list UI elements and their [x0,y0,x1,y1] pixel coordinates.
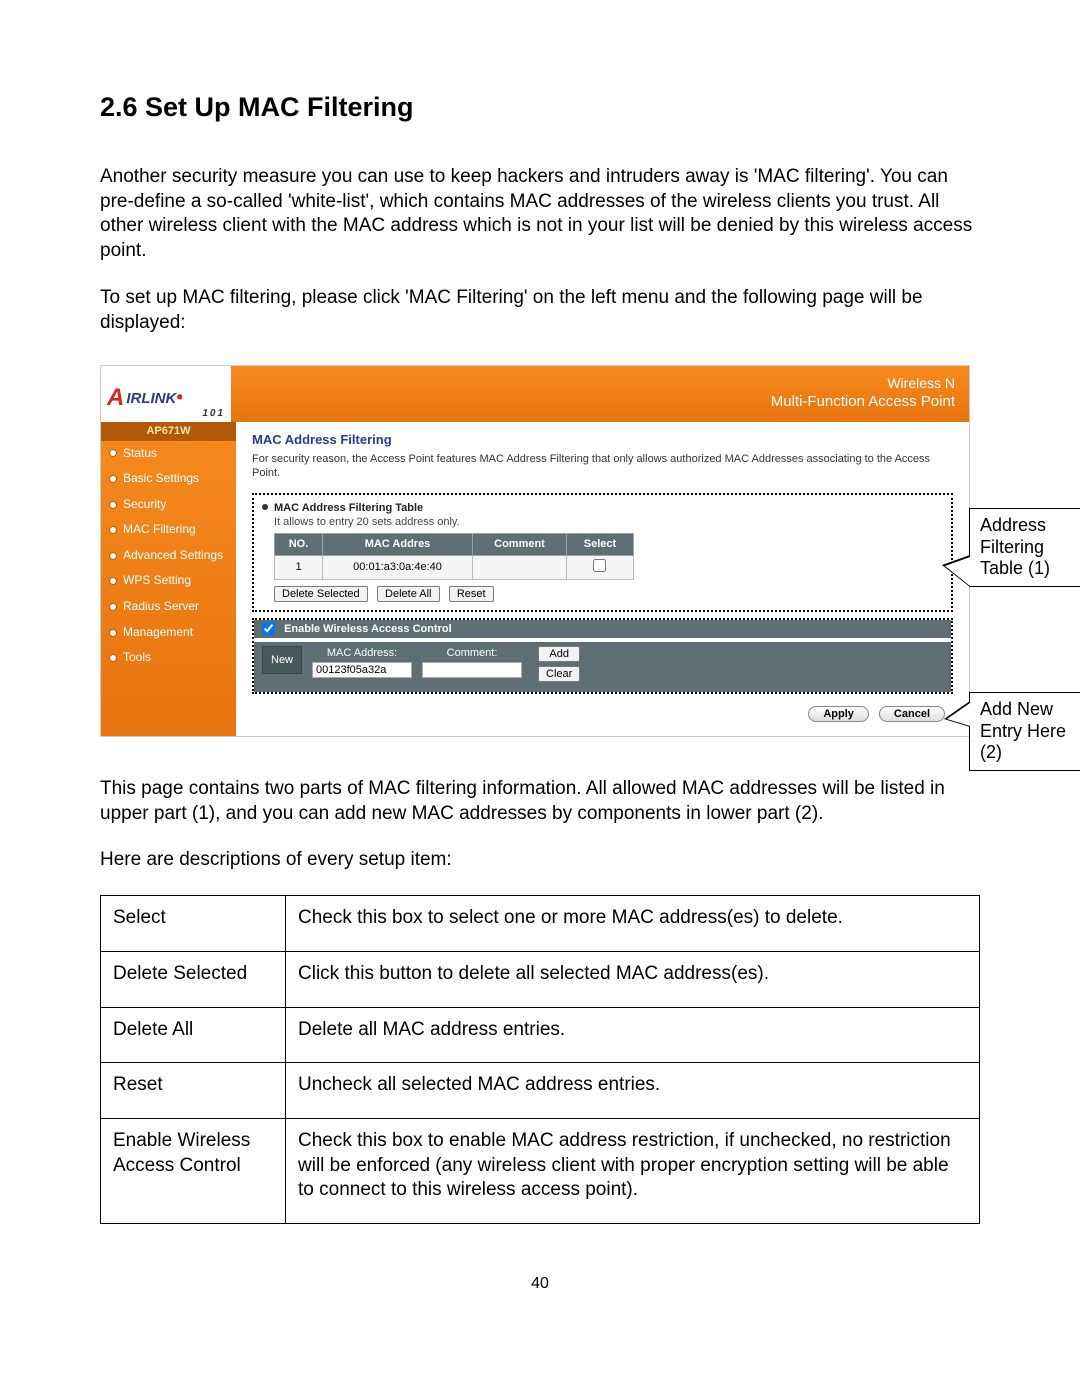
enable-access-control-row: Enable Wireless Access Control [254,620,951,638]
panel-title: MAC Address Filtering [252,432,953,449]
filtering-table-section: MAC Address Filtering Table It allows to… [252,493,953,612]
page-number: 40 [100,1274,980,1295]
col-no: NO. [275,534,323,555]
delete-all-button[interactable]: Delete All [377,586,439,602]
desc-val: Check this box to enable MAC address res… [286,1118,980,1223]
filtering-table-header: MAC Address Filtering Table [260,501,945,515]
sidebar-item-status[interactable]: Status [101,441,236,467]
sidebar-item-wps-setting[interactable]: WPS Setting [101,568,236,594]
col-mac: MAC Addres [323,534,473,555]
sidebar-item-security[interactable]: Security [101,492,236,518]
table-row: Select Check this box to select one or m… [101,896,980,952]
mac-address-input[interactable] [312,662,412,678]
add-entry-section: Enable Wireless Access Control New MAC A… [252,618,953,694]
table-row: Reset Uncheck all selected MAC address e… [101,1063,980,1119]
apply-button[interactable]: Apply [808,706,869,722]
model-label: AP671W [101,422,236,440]
desc-val: Uncheck all selected MAC address entries… [286,1063,980,1119]
mac-table: NO. MAC Addres Comment Select 1 00:01:a3… [274,533,634,580]
desc-val: Delete all MAC address entries. [286,1007,980,1063]
sidebar-item-radius-server[interactable]: Radius Server [101,594,236,620]
delete-selected-button[interactable]: Delete Selected [274,586,368,602]
intro-paragraph-2: To set up MAC filtering, please click 'M… [100,286,980,335]
col-select: Select [566,534,633,555]
filtering-table-sub: It allows to entry 20 sets address only. [260,515,945,529]
brand-logo: AIRLINK• 101 [101,366,231,422]
desc-key: Reset [101,1063,286,1119]
sidebar-item-basic-settings[interactable]: Basic Settings [101,466,236,492]
banner-line1: Wireless N [245,374,955,392]
desc-key: Select [101,896,286,952]
col-comment: Comment [473,534,567,555]
sidebar-item-mac-filtering[interactable]: MAC Filtering [101,517,236,543]
explain-paragraph-2: Here are descriptions of every setup ite… [100,848,980,873]
callout-filtering-table: Address Filtering Table (1) [969,508,1080,587]
main-panel: MAC Address Filtering For security reaso… [236,422,969,736]
explain-paragraph-1: This page contains two parts of MAC filt… [100,777,980,826]
callout-add-entry: Add New Entry Here (2) [969,692,1080,771]
router-ui-screenshot: AIRLINK• 101 Wireless N Multi-Function A… [100,365,970,737]
desc-key: Delete Selected [101,951,286,1007]
table-row: 1 00:01:a3:0a:4e:40 [275,555,634,579]
sidebar: AP671W Status Basic Settings Security MA… [101,422,236,736]
description-table: Select Check this box to select one or m… [100,895,980,1224]
page-title: 2.6 Set Up MAC Filtering [100,90,980,125]
desc-val: Check this box to select one or more MAC… [286,896,980,952]
add-button[interactable]: Add [538,646,580,662]
banner-line2: Multi-Function Access Point [245,392,955,412]
comment-label: Comment: [447,646,498,660]
reset-button[interactable]: Reset [449,586,494,602]
clear-button[interactable]: Clear [538,666,580,682]
banner: Wireless N Multi-Function Access Point [231,366,969,422]
sidebar-item-management[interactable]: Management [101,620,236,646]
new-label: New [262,646,302,674]
sidebar-item-advanced-settings[interactable]: Advanced Settings [101,543,236,569]
row-select-checkbox[interactable] [593,559,606,572]
intro-paragraph-1: Another security measure you can use to … [100,165,980,264]
cell-mac: 00:01:a3:0a:4e:40 [323,555,473,579]
table-row: Delete Selected Click this button to del… [101,951,980,1007]
mac-table-header-row: NO. MAC Addres Comment Select [275,534,634,555]
table-row: Delete All Delete all MAC address entrie… [101,1007,980,1063]
panel-description: For security reason, the Access Point fe… [252,453,953,481]
mac-address-label: MAC Address: [327,646,397,660]
desc-key: Enable Wireless Access Control [101,1118,286,1223]
enable-access-control-label: Enable Wireless Access Control [284,623,452,635]
table-row: Enable Wireless Access Control Check thi… [101,1118,980,1223]
cell-no: 1 [275,555,323,579]
desc-val: Click this button to delete all selected… [286,951,980,1007]
desc-key: Delete All [101,1007,286,1063]
comment-input[interactable] [422,662,522,678]
cell-comment [473,555,567,579]
sidebar-item-tools[interactable]: Tools [101,645,236,671]
cell-select [566,555,633,579]
cancel-button[interactable]: Cancel [879,706,945,722]
enable-access-control-checkbox[interactable] [262,622,275,635]
